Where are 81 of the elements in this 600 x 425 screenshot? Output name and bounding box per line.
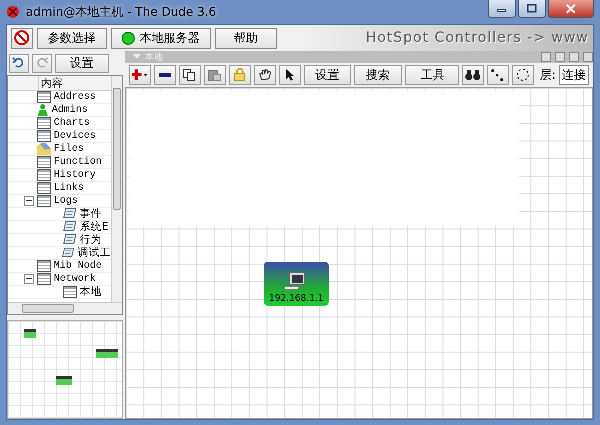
window-title: admin@本地主机 - The Dude 3.6 [26,4,218,20]
tree-item[interactable]: Charts [54,118,90,128]
layout-button[interactable] [512,65,534,85]
table-icon [63,286,77,298]
settings-button[interactable]: 设置 [304,65,352,85]
horizontal-scrollbar[interactable] [8,302,122,314]
expander-toggle[interactable] [24,196,34,206]
tree-item[interactable]: 行为 [80,234,102,246]
redo-icon [35,57,49,69]
link-mode-button[interactable] [486,65,509,85]
tree-item[interactable]: Mib Node [54,260,102,272]
maximize-icon [527,4,537,13]
folder-icon [37,143,51,155]
tree-item[interactable]: Network [54,274,96,284]
app-icon [6,5,20,19]
table-icon [37,117,51,129]
table-icon [37,260,51,272]
hand-button[interactable] [254,65,276,85]
tree-item[interactable]: 系统E [80,222,109,232]
tree-item[interactable]: Logs [54,196,78,206]
paste-button[interactable] [204,65,226,85]
tree-item[interactable]: Devices [54,130,96,142]
binoculars-icon [464,69,481,81]
tree-item[interactable]: Address [54,92,96,102]
table-icon [37,182,51,194]
layer-label: 层: [540,66,556,84]
paste-icon [208,68,222,82]
table-icon [37,156,51,168]
copy-icon [183,68,197,82]
undo-button[interactable] [9,54,29,72]
expander-toggle[interactable] [24,274,34,284]
table-icon [37,169,51,181]
table-icon [37,195,51,207]
dotted-circle-icon [516,68,530,82]
minus-icon [159,72,171,78]
tree-item[interactable]: Files [54,144,84,154]
tree-item[interactable]: 调试工 [78,248,111,258]
remove-button[interactable] [154,65,176,85]
device-node[interactable]: 192.168.1.1 [264,262,329,306]
dotted-line-icon [491,68,504,82]
tree-item[interactable]: 事件 [80,208,102,220]
tools-button[interactable]: 工具 [404,65,459,85]
document-icon [63,234,77,246]
add-button[interactable] [129,65,151,85]
person-icon [37,104,49,116]
minus-icon [26,276,32,282]
plus-icon [132,69,148,81]
preferences-button[interactable]: 参数选择 [37,28,107,48]
search-button[interactable]: 搜索 [354,65,402,85]
find-button[interactable] [462,65,484,85]
disconnect-button[interactable] [11,28,33,48]
minus-icon [26,198,32,204]
tree-item[interactable]: 本地 [80,286,102,298]
tree-item[interactable]: History [54,170,96,180]
server-button[interactable]: 本地服务器 [111,28,211,48]
document-icon [63,221,77,233]
banner-text: HotSpot Controllers -> www [366,30,589,46]
tree-item[interactable]: Function [54,156,102,168]
tree-item[interactable]: Admins [52,104,88,116]
table-icon [37,273,51,285]
copy-button[interactable] [179,65,201,85]
undo-icon [12,57,26,69]
settings-button[interactable]: 设置 [55,54,109,72]
minimize-button[interactable] [488,0,516,18]
maximize-button[interactable] [518,0,546,18]
document-icon [63,208,77,220]
tree-item[interactable]: Links [54,182,84,194]
pointer-icon [285,68,295,82]
close-icon [566,4,576,14]
table-icon [37,130,51,142]
help-button[interactable]: 帮助 [215,28,277,48]
document-icon [62,247,75,259]
pointer-button[interactable] [279,65,301,85]
layer-dropdown[interactable]: 连接 [559,65,589,85]
column-header: 内容 [38,76,63,90]
network-map[interactable]: 192.168.1.1 [125,87,593,419]
hand-icon [258,68,272,82]
close-button[interactable] [548,0,594,18]
stop-icon [14,30,30,46]
lock-icon [234,68,246,82]
vertical-scrollbar[interactable] [111,76,122,302]
